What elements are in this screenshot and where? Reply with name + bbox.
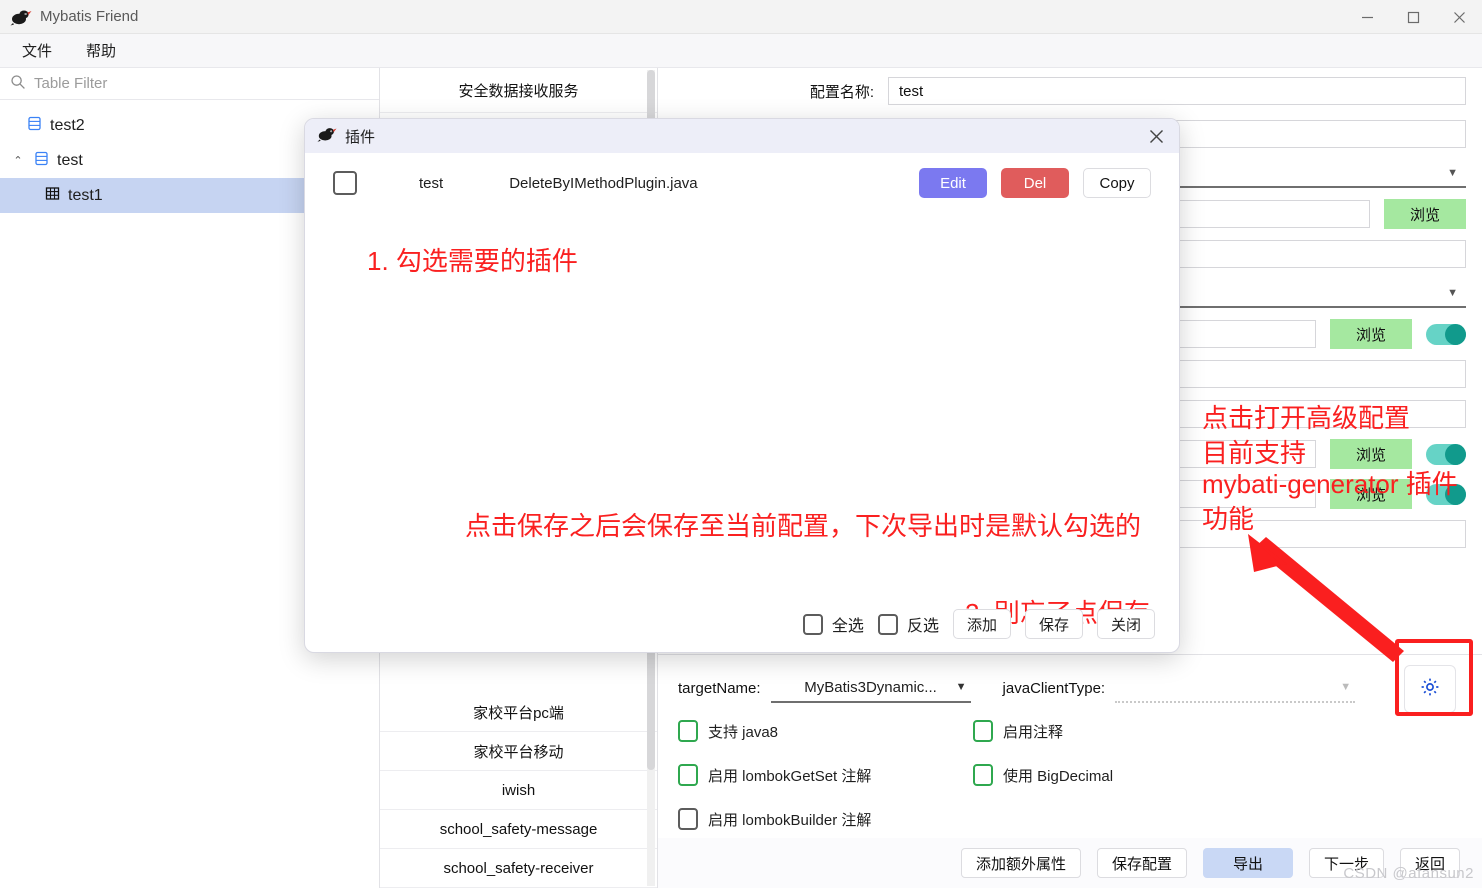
checkbox-box[interactable] [678, 720, 698, 742]
checkbox-label: 启用注释 [1003, 721, 1063, 742]
checkbox-java8[interactable]: 支持 java8 [678, 720, 973, 742]
dialog-footer: 全选 反选 添加 保存 关闭 [305, 596, 1179, 652]
tree-item-label: test [57, 152, 83, 170]
browse-button-3[interactable]: 浏览 [1330, 439, 1412, 469]
checkbox-row-3: 启用 lombokBuilder 注解 [658, 797, 1482, 841]
invert-selection-checkbox[interactable]: 反选 [878, 612, 939, 636]
dialog-add-button[interactable]: 添加 [953, 609, 1011, 639]
targetname-select[interactable]: MyBatis3Dynamic... ▼ [771, 673, 971, 703]
list-item[interactable]: school_safety-receiver [380, 849, 657, 888]
search-icon [10, 74, 26, 94]
checkbox-enable-comment[interactable]: 启用注释 [973, 720, 1063, 742]
export-button[interactable]: 导出 [1203, 848, 1293, 878]
checkbox-lombok-getset[interactable]: 启用 lombokGetSet 注解 [678, 764, 973, 786]
checkbox-box[interactable] [973, 764, 993, 786]
dialog-close-button[interactable]: 关闭 [1097, 609, 1155, 639]
checkbox-label: 启用 lombokBuilder 注解 [708, 809, 871, 830]
table-filter-placeholder: Table Filter [34, 75, 107, 92]
checkbox-box[interactable] [878, 614, 898, 635]
checkbox-box[interactable] [803, 614, 823, 635]
browse-button-4[interactable]: 浏览 [1330, 479, 1412, 509]
list-item[interactable]: 安全数据接收服务 [380, 68, 657, 113]
checkbox-box[interactable] [678, 808, 698, 830]
plugin-row: test DeleteByIMethodPlugin.java Edit Del… [305, 153, 1179, 213]
chevron-down-icon: ▼ [956, 681, 967, 693]
chevron-down-icon: ▼ [1447, 287, 1458, 299]
checkbox-box[interactable] [973, 720, 993, 742]
list-item[interactable]: school_safety-message [380, 810, 657, 849]
plugin-name: test [419, 175, 443, 192]
dialog-title: 插件 [345, 126, 375, 147]
checkbox-label: 反选 [907, 612, 939, 636]
browse-button-2[interactable]: 浏览 [1330, 319, 1412, 349]
checkbox-row-2: 启用 lombokGetSet 注解 使用 BigDecimal [658, 753, 1482, 797]
plugin-copy-button[interactable]: Copy [1083, 168, 1151, 198]
javaclienttype-label: javaClientType: [1003, 680, 1106, 697]
checkbox-box[interactable] [678, 764, 698, 786]
annotation-arrow [1150, 520, 1482, 700]
plugin-edit-button[interactable]: Edit [919, 168, 987, 198]
list-item[interactable]: 家校平台移动 [380, 732, 657, 771]
list-item[interactable]: iwish [380, 771, 657, 810]
checkbox-lombok-builder[interactable]: 启用 lombokBuilder 注解 [678, 808, 973, 830]
config-name-label: 配置名称: [674, 81, 874, 102]
config-name-input[interactable]: test [888, 77, 1466, 105]
minimize-button[interactable] [1344, 0, 1390, 34]
bird-icon [10, 6, 32, 28]
checkbox-row-1: 支持 java8 启用注释 [658, 709, 1482, 753]
plugin-checkbox[interactable] [333, 171, 357, 195]
dialog-save-button[interactable]: 保存 [1025, 609, 1083, 639]
tree-item-label: test2 [50, 117, 85, 135]
tree-item-label: test1 [68, 187, 103, 205]
toggle-switch-2[interactable] [1426, 444, 1466, 465]
annotation-step1: 1. 勾选需要的插件 [367, 245, 578, 278]
checkbox-label: 支持 java8 [708, 721, 778, 742]
plugin-file: DeleteByIMethodPlugin.java [509, 175, 697, 192]
select-all-checkbox[interactable]: 全选 [803, 612, 864, 636]
dialog-close-icon[interactable] [1145, 125, 1167, 147]
config-name-row: 配置名称: test [658, 68, 1482, 114]
table-icon [44, 185, 61, 207]
annotation-save-note: 点击保存之后会保存至当前配置，下次导出时是默认勾选的 [465, 510, 1141, 543]
dialog-title-bar: 插件 [305, 119, 1179, 153]
dialog-body: test DeleteByIMethodPlugin.java Edit Del… [305, 153, 1179, 652]
list-item[interactable]: 家校平台pc端 [380, 693, 657, 732]
browse-button-1[interactable]: 浏览 [1384, 199, 1466, 229]
close-button[interactable] [1436, 0, 1482, 34]
window-controls [1344, 0, 1482, 34]
watermark: CSDN @afansun2 [1343, 865, 1474, 882]
title-bar: Mybatis Friend [0, 0, 1482, 34]
targetname-label: targetName: [678, 680, 761, 697]
plugin-dialog: 插件 test DeleteByIMethodPlugin.java Edit … [304, 118, 1180, 653]
checkbox-label: 启用 lombokGetSet 注解 [708, 765, 871, 786]
chevron-up-icon[interactable]: ⌃ [10, 154, 26, 167]
toggle-switch-1[interactable] [1426, 324, 1466, 345]
checkbox-bigdecimal[interactable]: 使用 BigDecimal [973, 764, 1113, 786]
toggle-switch-3[interactable] [1426, 484, 1466, 505]
maximize-button[interactable] [1390, 0, 1436, 34]
app-title: Mybatis Friend [40, 8, 138, 25]
targetname-value: MyBatis3Dynamic... [804, 679, 937, 696]
table-filter-row[interactable]: Table Filter [0, 68, 379, 100]
save-config-button[interactable]: 保存配置 [1097, 848, 1187, 878]
menu-bar: 文件 帮助 [0, 34, 1482, 68]
chevron-down-icon: ▼ [1447, 167, 1458, 179]
database-icon [26, 115, 43, 137]
menu-file[interactable]: 文件 [18, 38, 56, 63]
plugin-del-button[interactable]: Del [1001, 168, 1069, 198]
checkbox-label: 全选 [832, 612, 864, 636]
checkbox-label: 使用 BigDecimal [1003, 765, 1113, 786]
menu-help[interactable]: 帮助 [82, 38, 120, 63]
database-icon [33, 150, 50, 172]
add-extra-property-button[interactable]: 添加额外属性 [961, 848, 1081, 878]
bird-icon [317, 124, 337, 148]
